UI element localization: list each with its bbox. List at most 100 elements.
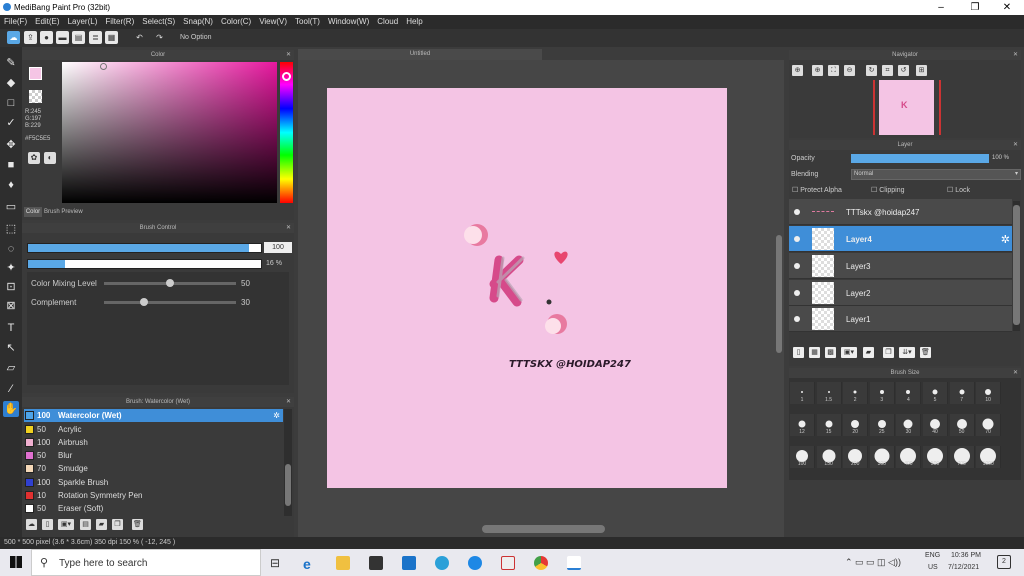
- visibility-icon[interactable]: [794, 263, 800, 269]
- panel-close-icon[interactable]: ✕: [286, 397, 291, 407]
- brush-size-option[interactable]: 10: [976, 382, 1002, 404]
- menu-file[interactable]: File(F): [0, 15, 31, 26]
- bucket-tool-icon[interactable]: ♦: [3, 177, 19, 193]
- clock-date[interactable]: 7/12/2021: [948, 564, 979, 571]
- brush-size-option[interactable]: 70: [976, 414, 1002, 436]
- brush-item[interactable]: 70 Smudge: [24, 462, 283, 475]
- layer-row[interactable]: TTTskx @hoidap247: [789, 199, 1012, 225]
- skype-icon[interactable]: [468, 556, 482, 570]
- canvas-tab[interactable]: Untitled: [298, 49, 542, 60]
- brush-size-slider[interactable]: [27, 243, 262, 253]
- canvas-vscroll-thumb[interactable]: [776, 235, 782, 353]
- brush-size-option[interactable]: 2: [843, 382, 869, 404]
- scroll-thumb[interactable]: [1013, 205, 1020, 325]
- notification-icon[interactable]: 2: [997, 555, 1011, 569]
- visibility-icon[interactable]: [794, 316, 800, 322]
- new-brush-icon[interactable]: ▯: [42, 519, 53, 530]
- transparent-color-swatch[interactable]: [29, 90, 42, 103]
- fill-rect-tool-icon[interactable]: ■: [3, 157, 19, 173]
- file-explorer-icon[interactable]: [336, 556, 350, 570]
- drawing-canvas[interactable]: TTTSKX @HOIDAP247: [327, 88, 727, 488]
- layer-row[interactable]: Layer3: [789, 253, 1012, 279]
- clock-time[interactable]: 10:36 PM: [951, 552, 981, 559]
- brush-tool-icon[interactable]: ✎: [3, 55, 19, 71]
- region-indicator[interactable]: US: [928, 564, 938, 571]
- brush-size-option[interactable]: 40: [923, 414, 948, 436]
- panel-close-icon[interactable]: ✕: [286, 50, 291, 60]
- protect-alpha-checkbox[interactable]: ☐ Protect Alpha: [792, 186, 842, 194]
- divide-tool-icon[interactable]: ▱: [3, 360, 19, 376]
- brush-item[interactable]: 50 Acrylic: [24, 423, 283, 436]
- brush-item[interactable]: 10 Rotation Symmetry Pen: [24, 489, 283, 502]
- hue-slider[interactable]: [280, 62, 293, 203]
- operation-tool-icon[interactable]: ↖: [3, 340, 19, 356]
- snipping-icon[interactable]: [501, 556, 515, 570]
- zoom-in-icon[interactable]: ⊕: [792, 65, 803, 76]
- close-button[interactable]: ✕: [990, 0, 1024, 15]
- color-wheel-icon[interactable]: ◐: [44, 152, 56, 164]
- chrome-icon[interactable]: [534, 556, 548, 570]
- redo-icon[interactable]: ↷: [153, 31, 166, 44]
- menu-tool[interactable]: Tool(T): [291, 15, 324, 26]
- reset-icon[interactable]: ↺: [898, 65, 909, 76]
- minimize-button[interactable]: –: [924, 0, 958, 15]
- select-eraser-tool-icon[interactable]: ⊠: [3, 298, 19, 314]
- brush-item[interactable]: 100 Airbrush: [24, 436, 283, 449]
- mail-icon[interactable]: [402, 556, 416, 570]
- navigator-thumbnail[interactable]: K: [879, 80, 934, 135]
- text-tool-icon[interactable]: T: [3, 320, 19, 336]
- layer-opacity-slider[interactable]: [851, 154, 989, 163]
- brush-size-option[interactable]: 20: [843, 414, 869, 436]
- layer-row[interactable]: Layer1: [789, 306, 1012, 332]
- color-saturation-area[interactable]: [62, 62, 277, 203]
- complement-thumb[interactable]: [139, 298, 148, 306]
- duplicate-layer-icon[interactable]: ❐: [883, 347, 894, 358]
- store-icon[interactable]: [369, 556, 383, 570]
- undo-icon[interactable]: ↶: [133, 31, 146, 44]
- canvas-icon[interactable]: ▦: [105, 31, 118, 44]
- move-tool-icon[interactable]: ✥: [3, 137, 19, 153]
- blending-select[interactable]: Normal ▾: [851, 169, 1021, 180]
- add-brush-dropdown-icon[interactable]: ▣▾: [58, 519, 74, 530]
- pen-tool-icon[interactable]: ✓: [3, 115, 19, 131]
- brush-size-option[interactable]: 30: [896, 414, 922, 436]
- task-view-icon[interactable]: ⊟: [270, 556, 284, 570]
- comment-icon[interactable]: ●: [40, 31, 53, 44]
- layer-settings-gear-icon[interactable]: ✲: [1001, 233, 1010, 246]
- brush-size-option[interactable]: 1.5: [816, 382, 842, 404]
- brush-item[interactable]: 100 Watercolor (Wet) ✲: [24, 409, 283, 422]
- brush-size-option[interactable]: 1000: [976, 446, 1002, 468]
- layer-row[interactable]: Layer4 ✲: [789, 226, 1012, 252]
- list-icon[interactable]: ≣: [89, 31, 102, 44]
- brush-size-option[interactable]: 7: [949, 382, 975, 404]
- brush-size-option[interactable]: 50: [949, 414, 975, 436]
- new-8bit-layer-icon[interactable]: ▩: [825, 347, 836, 358]
- brush-size-option[interactable]: 100: [790, 446, 815, 468]
- brush-size-option[interactable]: 1: [790, 382, 815, 404]
- color-picker-cursor[interactable]: [100, 63, 107, 70]
- new-layer-icon[interactable]: ▯: [793, 347, 804, 358]
- menu-snap[interactable]: Snap(N): [179, 15, 217, 26]
- eraser-tool-icon[interactable]: ◆: [3, 75, 19, 91]
- complement-slider[interactable]: [104, 301, 236, 304]
- edge-icon[interactable]: e: [303, 556, 317, 572]
- menu-view[interactable]: View(V): [255, 15, 291, 26]
- tab-brush-preview[interactable]: Brush Preview: [44, 207, 92, 217]
- rect-tool-icon[interactable]: □: [3, 95, 19, 111]
- system-tray-icons[interactable]: ⌃ ▭ ▭ ◫ ◁)): [845, 557, 901, 568]
- note-icon[interactable]: ▬: [56, 31, 69, 44]
- canvas-hscroll-thumb[interactable]: [482, 525, 605, 533]
- brush-size-option[interactable]: 300: [869, 446, 895, 468]
- eyedropper-tool-icon[interactable]: ⁄: [3, 381, 19, 397]
- menu-window[interactable]: Window(W): [324, 15, 373, 26]
- menu-layer[interactable]: Layer(L): [64, 15, 102, 26]
- zoom-out-icon[interactable]: ⊖: [844, 65, 855, 76]
- app-icon[interactable]: [435, 556, 449, 570]
- clipping-checkbox[interactable]: ☐ Clipping: [871, 186, 905, 194]
- maximize-button[interactable]: ❐: [958, 0, 992, 15]
- brush-settings-gear-icon[interactable]: ✲: [273, 409, 280, 422]
- snap-icon[interactable]: ⊞: [916, 65, 927, 76]
- panel-close-icon[interactable]: ✕: [1013, 140, 1018, 150]
- panel-close-icon[interactable]: ✕: [1013, 368, 1018, 378]
- brush-cloud-icon[interactable]: ☁: [26, 519, 37, 530]
